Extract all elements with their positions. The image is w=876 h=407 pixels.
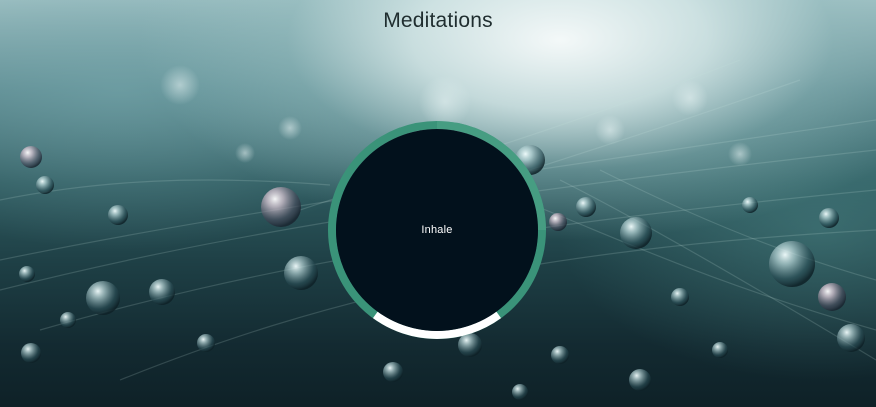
breathing-circle: Inhale <box>328 121 546 339</box>
breathing-instruction: Inhale <box>421 224 453 236</box>
page-title: Meditations <box>383 9 493 32</box>
breathing-core: Inhale <box>336 129 538 331</box>
